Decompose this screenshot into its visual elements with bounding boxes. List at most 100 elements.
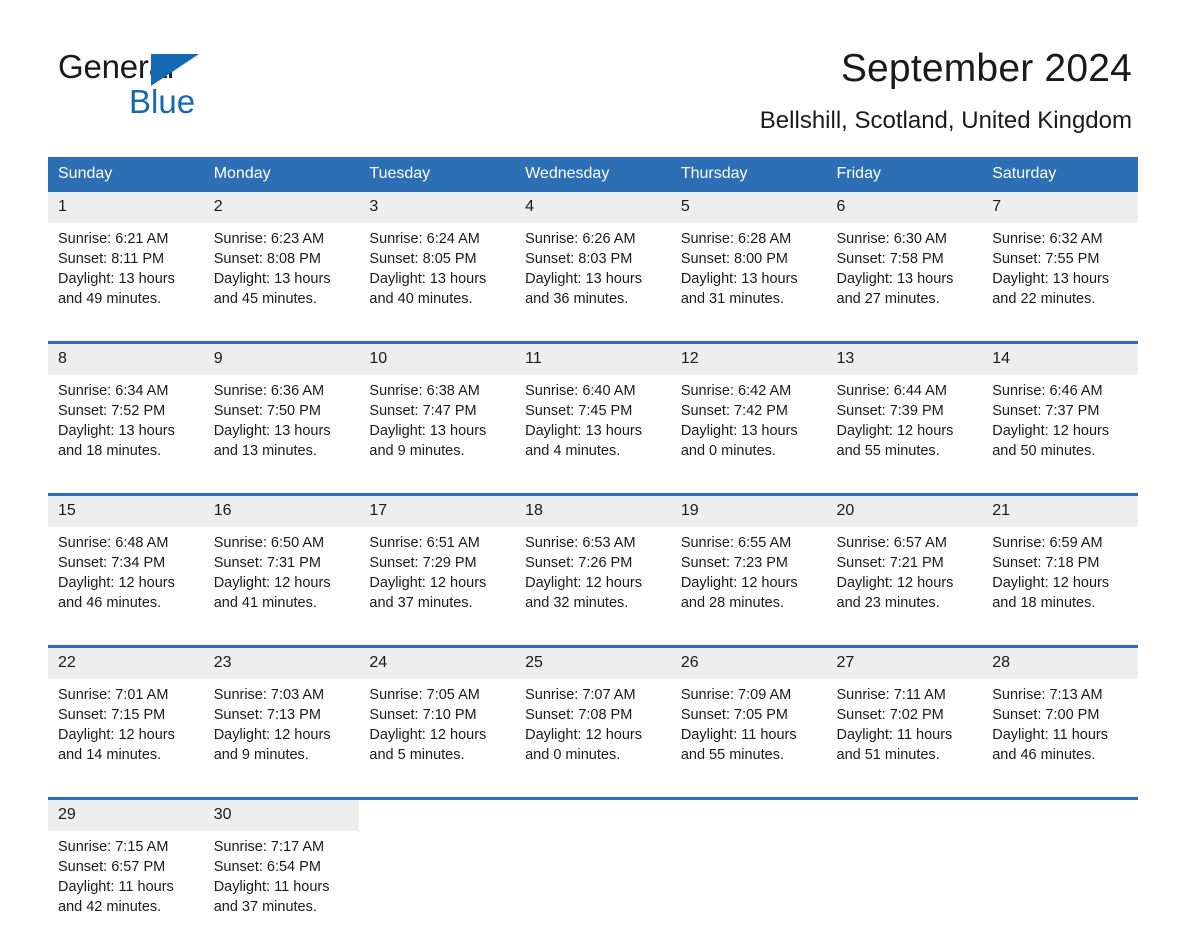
daylight-text-line2: and 49 minutes. [58, 291, 162, 307]
empty-day-number [982, 797, 1138, 831]
day-number[interactable]: 21 [982, 493, 1138, 527]
day-cell[interactable]: Sunrise: 6:57 AM Sunset: 7:21 PM Dayligh… [826, 527, 983, 647]
day-number[interactable]: 8 [48, 341, 204, 375]
daylight-text-line1: Daylight: 12 hours [369, 575, 487, 591]
day-cell[interactable]: Sunrise: 6:30 AM Sunset: 7:58 PM Dayligh… [826, 223, 983, 343]
day-cell[interactable]: Sunrise: 6:23 AM Sunset: 8:08 PM Dayligh… [203, 223, 360, 343]
day-detail-row: Sunrise: 6:34 AM Sunset: 7:52 PM Dayligh… [48, 375, 1138, 495]
sunset-text: Sunset: 8:03 PM [525, 251, 633, 267]
day-number[interactable]: 15 [48, 493, 204, 527]
daylight-text-line1: Daylight: 13 hours [836, 271, 954, 287]
daylight-text-line2: and 5 minutes. [369, 747, 465, 763]
day-cell[interactable]: Sunrise: 6:34 AM Sunset: 7:52 PM Dayligh… [48, 375, 204, 495]
day-number[interactable]: 25 [515, 645, 671, 679]
day-number[interactable]: 23 [203, 645, 360, 679]
day-number[interactable]: 19 [670, 493, 827, 527]
day-number[interactable]: 14 [982, 341, 1138, 375]
empty-day-number [826, 797, 983, 831]
brand-logo[interactable]: General Blue [58, 48, 358, 138]
daylight-text-line2: and 46 minutes. [58, 595, 162, 611]
day-number[interactable]: 5 [670, 192, 827, 223]
day-cell[interactable]: Sunrise: 6:28 AM Sunset: 8:00 PM Dayligh… [670, 223, 827, 343]
day-number[interactable]: 29 [48, 797, 204, 831]
sunset-text: Sunset: 7:26 PM [525, 555, 633, 571]
day-cell[interactable]: Sunrise: 6:26 AM Sunset: 8:03 PM Dayligh… [515, 223, 671, 343]
day-cell[interactable]: Sunrise: 6:51 AM Sunset: 7:29 PM Dayligh… [359, 527, 516, 647]
day-number[interactable]: 6 [826, 192, 983, 223]
day-number[interactable]: 16 [203, 493, 360, 527]
daylight-text-line2: and 13 minutes. [213, 443, 317, 459]
day-number[interactable]: 20 [826, 493, 983, 527]
day-cell[interactable]: Sunrise: 6:48 AM Sunset: 7:34 PM Dayligh… [48, 527, 204, 647]
day-number[interactable]: 17 [359, 493, 516, 527]
day-number[interactable]: 3 [359, 192, 516, 223]
day-cell[interactable]: Sunrise: 6:38 AM Sunset: 7:47 PM Dayligh… [359, 375, 516, 495]
daylight-text-line1: Daylight: 13 hours [525, 271, 642, 287]
day-number-row: 15 16 17 18 19 20 21 [48, 493, 1138, 527]
sunrise-text: Sunrise: 6:48 AM [58, 535, 169, 551]
day-cell[interactable]: Sunrise: 6:50 AM Sunset: 7:31 PM Dayligh… [203, 527, 360, 647]
sunset-text: Sunset: 6:54 PM [213, 859, 321, 875]
day-cell[interactable]: Sunrise: 6:53 AM Sunset: 7:26 PM Dayligh… [515, 527, 671, 647]
sunset-text: Sunset: 8:08 PM [213, 251, 321, 267]
day-number[interactable]: 2 [203, 192, 360, 223]
daylight-text-line1: Daylight: 12 hours [58, 727, 175, 743]
day-number[interactable]: 24 [359, 645, 516, 679]
day-cell[interactable]: Sunrise: 6:46 AM Sunset: 7:37 PM Dayligh… [982, 375, 1138, 495]
day-number[interactable]: 13 [826, 341, 983, 375]
weekday-header-friday: Friday [826, 157, 983, 192]
day-cell[interactable]: Sunrise: 7:05 AM Sunset: 7:10 PM Dayligh… [359, 679, 516, 799]
daylight-text-line1: Daylight: 13 hours [213, 271, 331, 287]
daylight-text-line2: and 37 minutes. [213, 899, 317, 915]
day-number[interactable]: 12 [670, 341, 827, 375]
day-number[interactable]: 1 [48, 192, 204, 223]
day-cell[interactable]: Sunrise: 6:21 AM Sunset: 8:11 PM Dayligh… [48, 223, 204, 343]
day-cell[interactable]: Sunrise: 7:15 AM Sunset: 6:57 PM Dayligh… [48, 831, 204, 949]
day-number[interactable]: 11 [515, 341, 671, 375]
sunset-text: Sunset: 7:45 PM [525, 403, 633, 419]
daylight-text-line1: Daylight: 11 hours [213, 879, 330, 895]
day-cell[interactable]: Sunrise: 7:13 AM Sunset: 7:00 PM Dayligh… [982, 679, 1138, 799]
day-cell[interactable]: Sunrise: 6:55 AM Sunset: 7:23 PM Dayligh… [670, 527, 827, 647]
day-cell[interactable]: Sunrise: 6:44 AM Sunset: 7:39 PM Dayligh… [826, 375, 983, 495]
sunrise-text: Sunrise: 6:36 AM [213, 383, 325, 399]
sunset-text: Sunset: 8:00 PM [680, 251, 789, 267]
sunset-text: Sunset: 7:31 PM [213, 555, 321, 571]
daylight-text-line2: and 41 minutes. [213, 595, 317, 611]
day-number[interactable]: 18 [515, 493, 671, 527]
sunset-text: Sunset: 7:47 PM [369, 403, 477, 419]
weekday-header-row: Sunday Monday Tuesday Wednesday Thursday… [48, 157, 1138, 192]
day-number[interactable]: 9 [203, 341, 360, 375]
day-detail-row: Sunrise: 6:48 AM Sunset: 7:34 PM Dayligh… [48, 527, 1138, 647]
day-number[interactable]: 27 [826, 645, 983, 679]
sunrise-text: Sunrise: 6:23 AM [213, 231, 325, 247]
day-number[interactable]: 28 [982, 645, 1138, 679]
day-cell[interactable]: Sunrise: 6:42 AM Sunset: 7:42 PM Dayligh… [670, 375, 827, 495]
day-detail-row: Sunrise: 6:21 AM Sunset: 8:11 PM Dayligh… [48, 223, 1138, 343]
day-number[interactable]: 4 [515, 192, 671, 223]
daylight-text-line1: Daylight: 13 hours [58, 423, 175, 439]
day-number[interactable]: 22 [48, 645, 204, 679]
day-cell[interactable]: Sunrise: 7:11 AM Sunset: 7:02 PM Dayligh… [826, 679, 983, 799]
daylight-text-line2: and 9 minutes. [213, 747, 309, 763]
day-number[interactable]: 30 [203, 797, 360, 831]
empty-day-number [515, 797, 671, 831]
day-cell[interactable]: Sunrise: 6:36 AM Sunset: 7:50 PM Dayligh… [203, 375, 360, 495]
day-cell[interactable]: Sunrise: 7:03 AM Sunset: 7:13 PM Dayligh… [203, 679, 360, 799]
day-cell[interactable]: Sunrise: 6:59 AM Sunset: 7:18 PM Dayligh… [982, 527, 1138, 647]
day-cell[interactable]: Sunrise: 6:24 AM Sunset: 8:05 PM Dayligh… [359, 223, 516, 343]
sunrise-text: Sunrise: 6:46 AM [992, 383, 1103, 399]
day-number[interactable]: 7 [982, 192, 1138, 223]
empty-day-number [359, 797, 516, 831]
day-cell[interactable]: Sunrise: 6:40 AM Sunset: 7:45 PM Dayligh… [515, 375, 671, 495]
day-number[interactable]: 10 [359, 341, 516, 375]
page-subtitle: Bellshill, Scotland, United Kingdom [759, 107, 1132, 134]
day-cell[interactable]: Sunrise: 7:09 AM Sunset: 7:05 PM Dayligh… [670, 679, 827, 799]
sunrise-text: Sunrise: 6:40 AM [525, 383, 636, 399]
day-cell[interactable]: Sunrise: 7:07 AM Sunset: 7:08 PM Dayligh… [515, 679, 671, 799]
day-cell[interactable]: Sunrise: 7:17 AM Sunset: 6:54 PM Dayligh… [203, 831, 360, 949]
day-cell[interactable]: Sunrise: 7:01 AM Sunset: 7:15 PM Dayligh… [48, 679, 204, 799]
day-number[interactable]: 26 [670, 645, 827, 679]
day-cell[interactable]: Sunrise: 6:32 AM Sunset: 7:55 PM Dayligh… [982, 223, 1138, 343]
weekday-header-sunday: Sunday [48, 157, 204, 192]
